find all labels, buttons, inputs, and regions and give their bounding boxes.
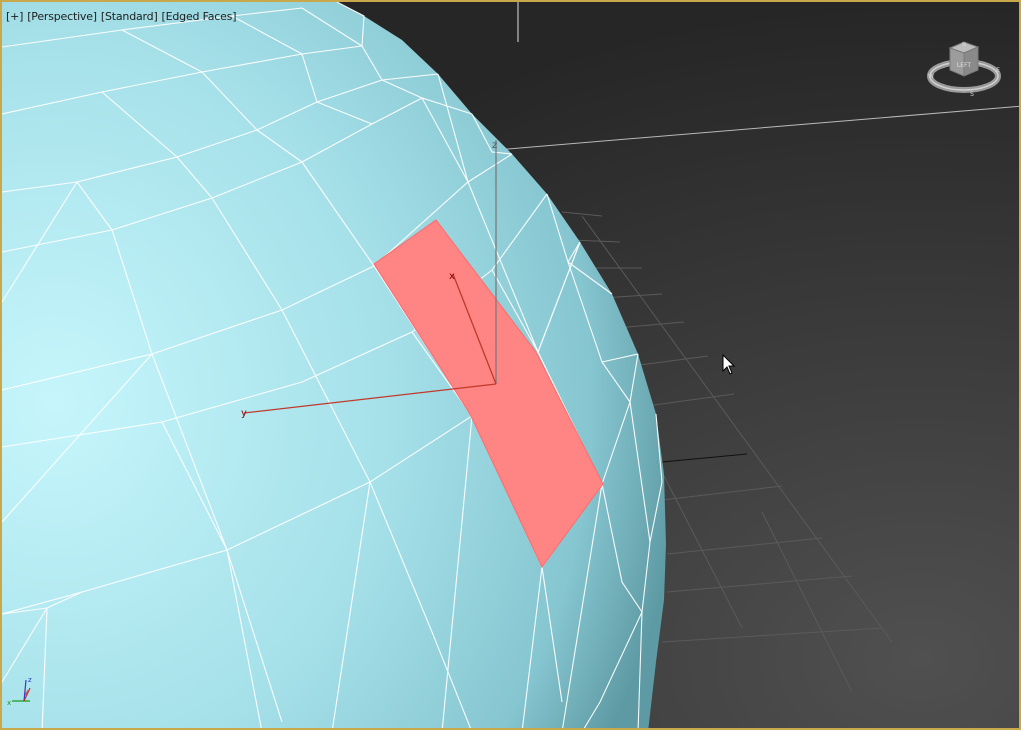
gizmo-z-label: z: [492, 140, 497, 151]
viewcube-compass-s[interactable]: S: [970, 91, 974, 98]
viewport-shading-menu[interactable]: [Edged Faces]: [162, 10, 237, 23]
tripod-x-label: x: [7, 699, 11, 707]
mouse-cursor-icon: [722, 354, 736, 375]
viewcube[interactable]: LEFT N E S W: [924, 34, 1004, 104]
tripod-z-label: z: [28, 676, 32, 684]
viewport-general-menu[interactable]: [+]: [6, 10, 23, 23]
gizmo-x-label: x: [449, 271, 455, 282]
viewcube-compass-n[interactable]: N: [962, 42, 966, 48]
viewcube-face-label: LEFT: [957, 62, 971, 69]
viewport-label-menu: [+] [Perspective] [Standard] [Edged Face…: [6, 10, 236, 23]
world-axis-tripod: z y x: [7, 676, 32, 707]
gizmo-y-label: y: [241, 408, 247, 419]
scene-canvas[interactable]: z y x: [2, 2, 1021, 730]
tripod-y-label: y: [24, 688, 28, 696]
viewport-pov-menu[interactable]: [Perspective]: [27, 10, 97, 23]
viewcube-compass-w[interactable]: W: [928, 73, 934, 80]
viewport-shading-quality-menu[interactable]: [Standard]: [101, 10, 158, 23]
perspective-viewport[interactable]: z y x [+] [Perspective] [Standard] [Edge…: [0, 0, 1021, 730]
viewcube-compass-e[interactable]: E: [996, 67, 1000, 74]
